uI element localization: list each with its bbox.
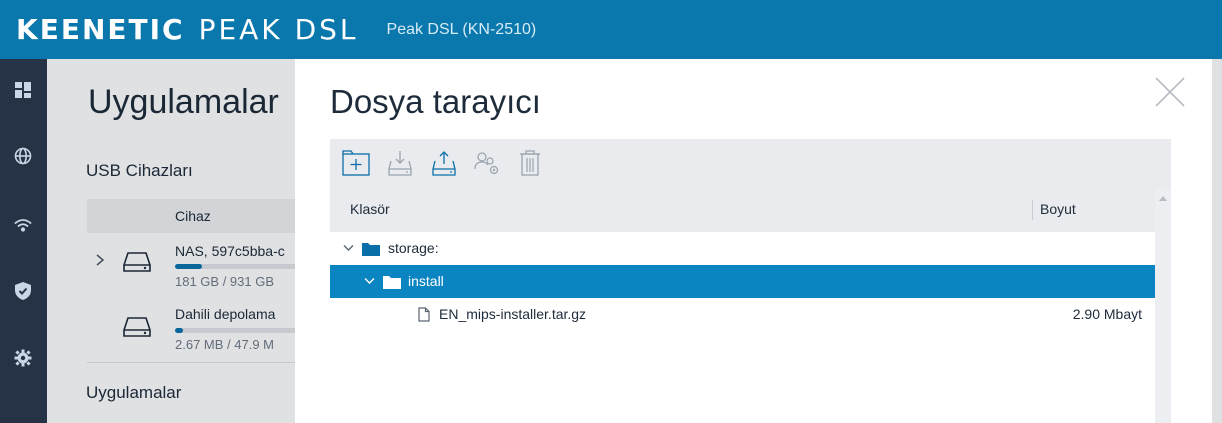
scroll-up-icon[interactable] (1159, 195, 1167, 201)
permissions-icon[interactable] (473, 149, 501, 177)
wifi-icon[interactable] (12, 214, 34, 236)
file-browser-dialog: Dosya tarayıcı Klasör Boyut storage: ins… (295, 59, 1212, 423)
gear-icon[interactable] (12, 347, 34, 369)
download-icon[interactable] (386, 149, 414, 177)
tree-item-label: EN_mips-installer.tar.gz (439, 306, 587, 322)
close-icon[interactable] (1153, 75, 1187, 109)
tree-item-label: install (408, 273, 444, 289)
brand-product: PEAK DSL (198, 13, 359, 46)
folder-column-header[interactable]: Klasör (350, 201, 390, 217)
tree-row-install[interactable]: install (330, 265, 1155, 298)
file-icon (418, 307, 430, 322)
globe-icon[interactable] (12, 145, 34, 167)
brand-name: KEENETIC (16, 13, 185, 46)
scrollbar[interactable] (1155, 189, 1171, 423)
file-toolbar (330, 139, 1171, 189)
delete-icon[interactable] (516, 149, 544, 177)
shield-icon[interactable] (12, 280, 34, 302)
chevron-down-icon[interactable] (343, 244, 354, 252)
chevron-down-icon[interactable] (364, 277, 375, 285)
dialog-title: Dosya tarayıcı (330, 83, 541, 120)
file-browser: Klasör Boyut storage: install EN_mips-in… (330, 139, 1171, 423)
dashboard-icon[interactable] (12, 79, 34, 101)
side-navigation (0, 59, 47, 423)
upload-icon[interactable] (430, 149, 458, 177)
top-header: KEENETIC PEAK DSL Peak DSL (KN-2510) (0, 0, 1222, 59)
brand-logo: KEENETIC PEAK DSL (16, 13, 359, 46)
file-list-header: Klasör Boyut (330, 189, 1171, 232)
folder-icon (383, 276, 401, 289)
tree-item-label: storage: (388, 240, 439, 256)
tree-row-file[interactable]: EN_mips-installer.tar.gz 2.90 Mbayt (330, 298, 1155, 331)
folder-icon (362, 243, 380, 256)
file-size: 2.90 Mbayt (1072, 306, 1142, 322)
column-divider (1032, 200, 1033, 220)
device-model: Peak DSL (KN-2510) (386, 20, 537, 38)
size-column-header[interactable]: Boyut (1040, 201, 1076, 217)
new-folder-icon[interactable] (342, 149, 370, 177)
tree-row-storage[interactable]: storage: (330, 232, 1155, 265)
